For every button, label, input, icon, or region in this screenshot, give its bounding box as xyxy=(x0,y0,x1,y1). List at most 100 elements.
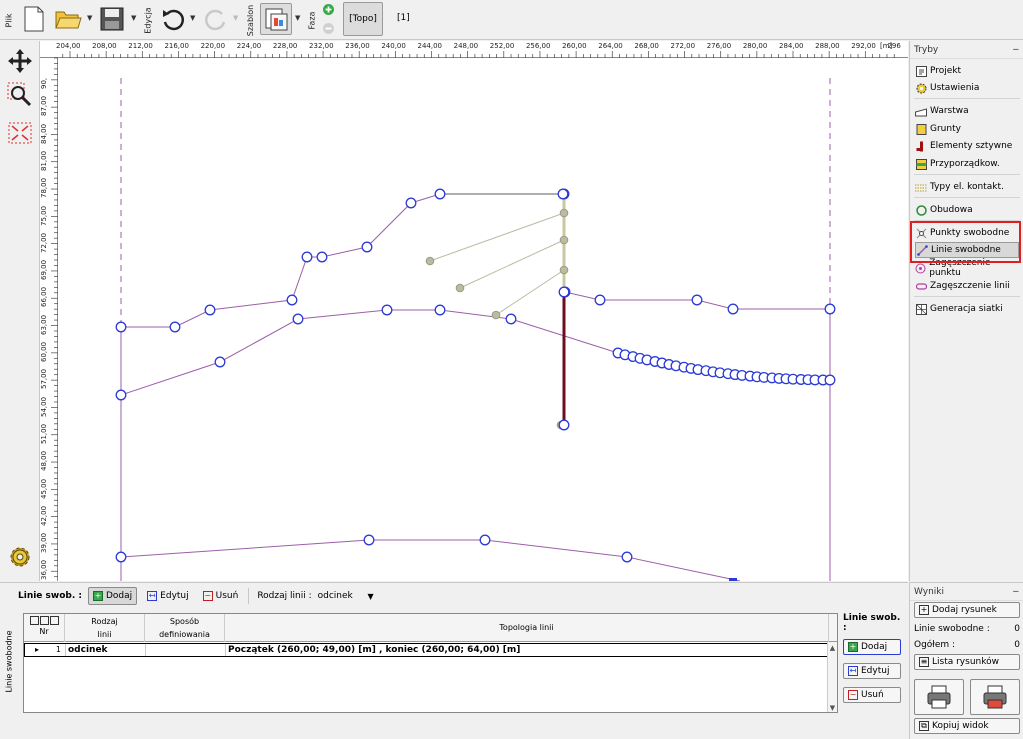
minimize-icon[interactable]: ‒ xyxy=(1013,44,1019,55)
terrain-surface-line[interactable] xyxy=(121,193,563,328)
template-button[interactable] xyxy=(260,3,292,35)
template-tab[interactable]: Szablon xyxy=(244,0,258,40)
mode-item-project[interactable]: Projekt xyxy=(915,63,1019,79)
geometry-svg[interactable] xyxy=(40,41,908,581)
interface-node[interactable] xyxy=(169,321,181,333)
interface-node[interactable] xyxy=(381,304,393,316)
interface-node[interactable] xyxy=(405,197,417,209)
interface-node[interactable] xyxy=(434,304,446,316)
save-dropdown-icon[interactable]: ▼ xyxy=(131,14,136,22)
scroll-up-icon[interactable]: ▲ xyxy=(828,644,837,652)
interface-node[interactable] xyxy=(729,578,737,581)
interface-node[interactable] xyxy=(557,188,569,200)
mode-item-line-refinement[interactable]: Zagęszczenie linii xyxy=(915,278,1019,294)
mode-item-contact-types[interactable]: Typy el. kontakt. xyxy=(915,179,1019,195)
export-table-icon[interactable] xyxy=(49,616,59,625)
interface-node[interactable] xyxy=(115,389,127,401)
save-disk-icon xyxy=(100,7,124,31)
drawing-canvas[interactable]: [m] 204,00 208,00 212,00 216,00 220,00 224,00… xyxy=(40,41,908,581)
mode-item-soils[interactable]: Grunty xyxy=(915,121,1019,137)
undo-dropdown-icon[interactable]: ▼ xyxy=(190,14,195,22)
edit-mode-button[interactable]: ↤ Edytuj xyxy=(143,587,192,605)
free-line-start-node[interactable] xyxy=(558,286,570,298)
open-file-button[interactable] xyxy=(52,3,84,35)
free-point[interactable] xyxy=(559,235,569,245)
side-add-button[interactable]: + Dodaj xyxy=(843,639,901,655)
drawings-list-button[interactable]: ≡ Lista rysunków xyxy=(914,654,1020,670)
interface-node[interactable] xyxy=(824,374,836,386)
paste-table-icon[interactable] xyxy=(39,616,49,625)
mode-separator xyxy=(914,296,1020,297)
undo-button[interactable] xyxy=(157,3,189,35)
file-tab[interactable]: Plik xyxy=(2,0,16,40)
interface-node[interactable] xyxy=(115,321,127,333)
interface-node[interactable] xyxy=(363,534,375,546)
scroll-down-icon[interactable]: ▼ xyxy=(828,704,837,712)
add-drawing-button[interactable]: + Dodaj rysunek xyxy=(914,602,1020,618)
free-point[interactable] xyxy=(491,310,501,320)
template-dropdown-icon[interactable]: ▼ xyxy=(295,14,300,22)
interface-node[interactable] xyxy=(434,188,446,200)
free-point[interactable] xyxy=(559,265,569,275)
interface-node[interactable] xyxy=(505,313,517,325)
zoom-extents-button[interactable] xyxy=(6,119,34,147)
mode-item-assign[interactable]: Przyporządkow. xyxy=(915,156,1019,172)
edit-tab[interactable]: Edycja xyxy=(141,0,155,40)
interface-node[interactable] xyxy=(594,294,606,306)
copy-table-icon[interactable] xyxy=(29,616,39,625)
free-line-end-node[interactable] xyxy=(558,419,570,431)
new-file-button[interactable] xyxy=(18,3,50,35)
interface-node[interactable] xyxy=(301,251,313,263)
minimize-icon[interactable]: ‒ xyxy=(1013,586,1019,597)
anchor-free-line[interactable] xyxy=(495,269,565,316)
interface-node[interactable] xyxy=(292,313,304,325)
print-export-button[interactable] xyxy=(970,679,1020,715)
mode-item-label: Typy el. kontakt. xyxy=(930,182,1004,192)
remove-mode-button[interactable]: − Usuń xyxy=(199,587,243,605)
interface-node[interactable] xyxy=(115,551,127,563)
mode-item-layer[interactable]: Warstwa xyxy=(915,103,1019,119)
soil-interface-line[interactable] xyxy=(120,309,830,396)
bottom-interface-line[interactable] xyxy=(120,539,741,581)
mode-item-mesh-generation[interactable]: Generacja siatki xyxy=(915,301,1019,317)
pan-button[interactable] xyxy=(6,47,34,75)
interface-node[interactable] xyxy=(204,304,216,316)
free-lines-count-row: Linie swobodne : 0 xyxy=(914,624,1020,634)
line-type-select[interactable]: odcinek ▼ xyxy=(318,591,374,601)
mode-item-lining[interactable]: Obudowa xyxy=(915,202,1019,218)
side-edit-button[interactable]: ↤ Edytuj xyxy=(843,663,901,679)
add-mode-label: Dodaj xyxy=(106,591,133,601)
redo-button[interactable] xyxy=(200,3,232,35)
copy-view-button[interactable]: ⧉ Kopiuj widok xyxy=(914,718,1020,734)
save-button[interactable] xyxy=(96,3,128,35)
interface-node[interactable] xyxy=(316,251,328,263)
topo-phase-button[interactable]: [Topo] xyxy=(343,2,383,36)
mode-item-settings[interactable]: Ustawienia xyxy=(915,80,1019,96)
phase-number[interactable]: [1] xyxy=(397,13,410,23)
interface-node[interactable] xyxy=(621,551,633,563)
table-row[interactable]: ▸ 1 odcinek Początek (260,00; 49,00) [m] … xyxy=(24,643,829,657)
interface-node[interactable] xyxy=(479,534,491,546)
add-mode-button[interactable]: + Dodaj xyxy=(88,587,138,605)
interface-node[interactable] xyxy=(286,294,298,306)
interface-node[interactable] xyxy=(214,356,226,368)
interface-node[interactable] xyxy=(727,303,739,315)
settings-gear-button[interactable] xyxy=(6,543,34,571)
table-scrollbar[interactable]: ▲ ▼ xyxy=(827,642,837,712)
interface-node[interactable] xyxy=(361,241,373,253)
mode-item-rigid-elements[interactable]: Elementy sztywne xyxy=(915,138,1019,154)
print-button[interactable] xyxy=(914,679,964,715)
free-point[interactable] xyxy=(425,256,435,266)
interface-node[interactable] xyxy=(691,294,703,306)
template-icon xyxy=(265,8,288,31)
side-remove-button[interactable]: − Usuń xyxy=(843,687,901,703)
zoom-button[interactable] xyxy=(6,81,34,109)
free-point[interactable] xyxy=(559,208,569,218)
free-point[interactable] xyxy=(455,283,465,293)
phase-tab[interactable]: Faza xyxy=(305,0,319,40)
open-dropdown-icon[interactable]: ▼ xyxy=(87,14,92,22)
line-type-label: Rodzaj linii : xyxy=(257,591,312,601)
interface-node[interactable] xyxy=(824,303,836,315)
add-phase-icon[interactable] xyxy=(322,3,335,19)
anchor-free-line[interactable] xyxy=(429,212,565,262)
